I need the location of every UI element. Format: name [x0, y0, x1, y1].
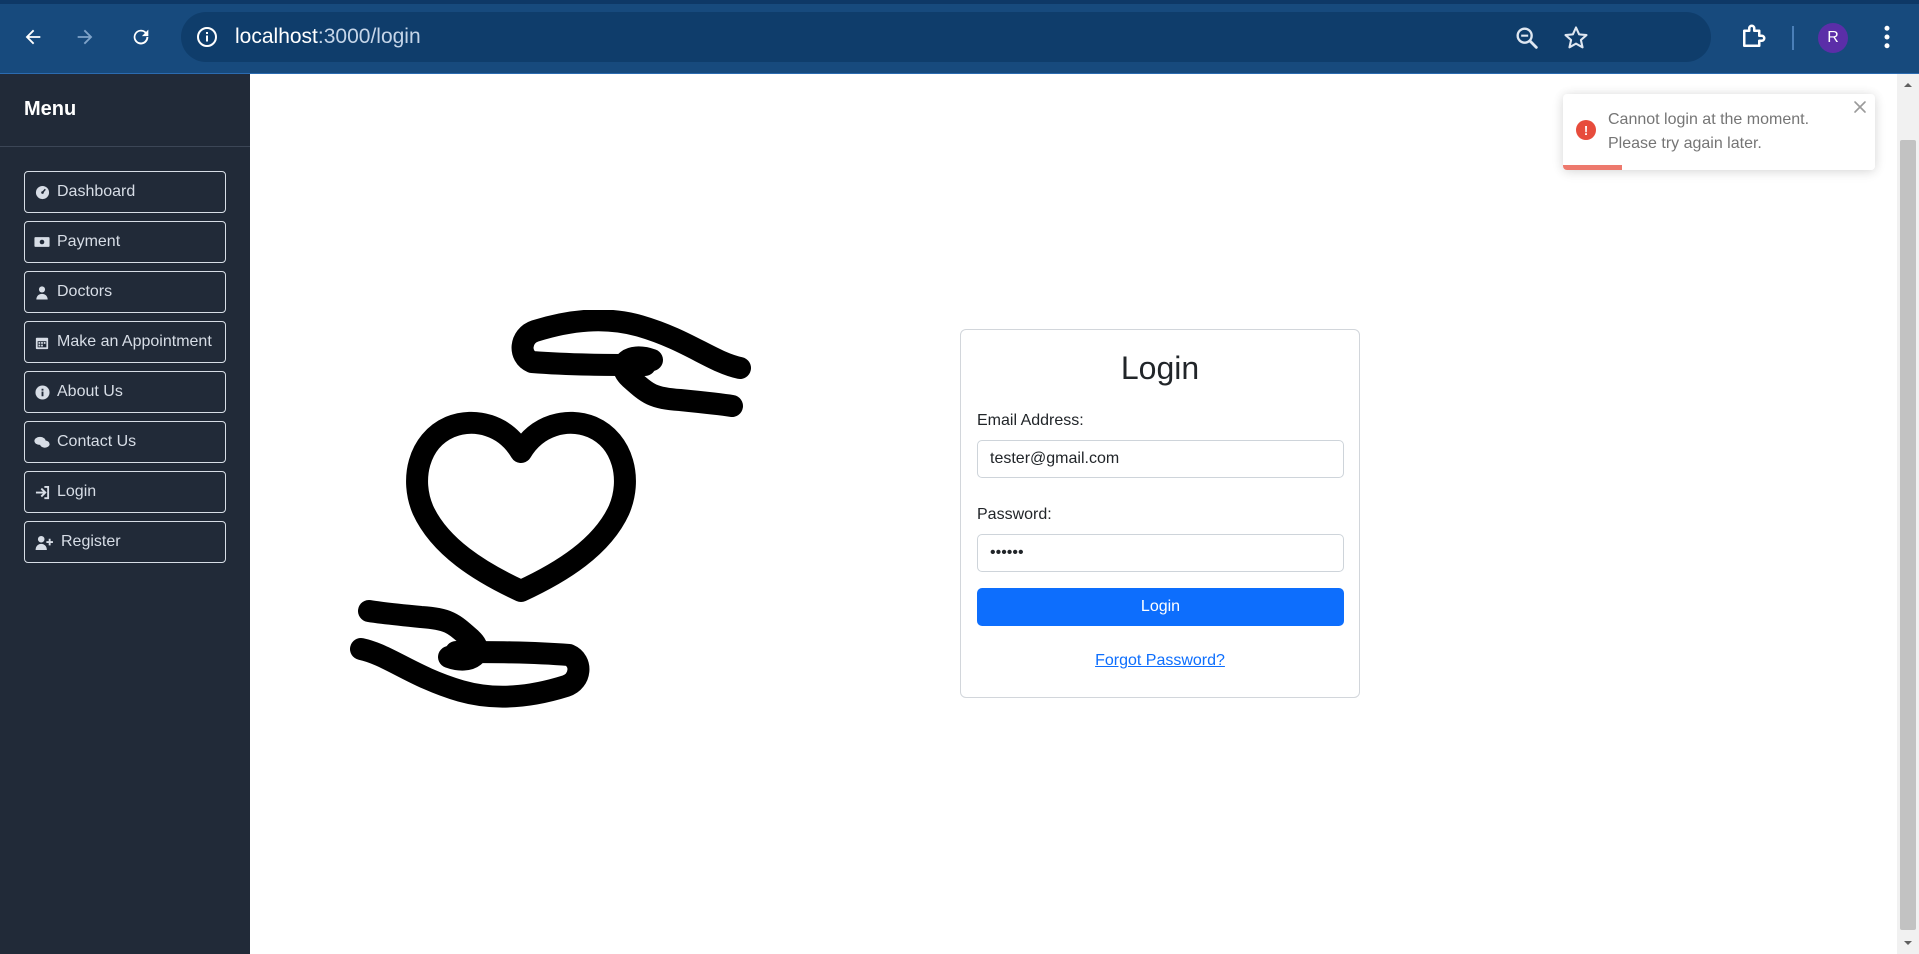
comments-icon: [34, 434, 50, 450]
forward-icon: [77, 29, 93, 45]
sign-in-icon: [34, 484, 50, 500]
toast-progress-bar: [1563, 165, 1623, 170]
sidebar-item-appointment[interactable]: Make an Appointment: [24, 321, 226, 363]
back-button[interactable]: [16, 20, 50, 54]
login-card: Login Email Address: Password: Login For…: [960, 329, 1360, 698]
url-text: localhost:3000/login: [235, 25, 421, 48]
page-scrollbar[interactable]: [1897, 74, 1919, 954]
extensions-icon[interactable]: [1738, 22, 1768, 52]
sidebar-title: Menu: [24, 98, 77, 120]
scroll-up-arrow-icon[interactable]: [1903, 80, 1913, 90]
sidebar-item-contact[interactable]: Contact Us: [24, 421, 226, 463]
kebab-menu-icon[interactable]: [1872, 22, 1902, 52]
reload-icon: [133, 29, 149, 45]
forgot-password-link[interactable]: Forgot Password?: [961, 652, 1359, 670]
sidebar-item-about[interactable]: About Us: [24, 371, 226, 413]
forward-button[interactable]: [68, 20, 102, 54]
hands-heart-illustration: [350, 310, 751, 708]
error-icon: !: [1576, 120, 1596, 140]
sidebar-item-label: About Us: [57, 383, 123, 400]
sidebar-item-label: Register: [61, 533, 121, 550]
password-label: Password:: [977, 506, 1052, 523]
address-bar[interactable]: localhost:3000/login: [181, 12, 1711, 62]
toast-message: Cannot login at the moment. Please try a…: [1608, 111, 1810, 152]
sidebar: Menu Dashboard Payment Doctors Make an A…: [0, 74, 250, 954]
reload-button[interactable]: [124, 20, 158, 54]
email-label: Email Address:: [977, 412, 1084, 429]
error-toast: ! Cannot login at the moment. Please try…: [1563, 94, 1875, 170]
scroll-thumb[interactable]: [1900, 140, 1916, 930]
bookmark-star-icon[interactable]: [1562, 24, 1590, 52]
money-bill-icon: [34, 234, 50, 250]
sidebar-item-label: Dashboard: [57, 183, 136, 200]
user-doctor-icon: [34, 284, 50, 300]
email-field[interactable]: [977, 440, 1344, 478]
calendar-icon: [34, 334, 50, 350]
zoom-icon[interactable]: [1513, 24, 1541, 52]
login-title: Login: [1120, 350, 1200, 386]
sidebar-item-login[interactable]: Login: [24, 471, 226, 513]
user-plus-icon: [34, 534, 54, 550]
sidebar-item-dashboard[interactable]: Dashboard: [24, 171, 226, 213]
profile-avatar[interactable]: R: [1818, 23, 1848, 53]
browser-toolbar: localhost:3000/login R: [0, 0, 1919, 74]
sidebar-item-label: Payment: [57, 233, 121, 250]
site-info-icon[interactable]: [195, 25, 219, 49]
sidebar-item-payment[interactable]: Payment: [24, 221, 226, 263]
sidebar-item-label: Make an Appointment: [57, 333, 212, 350]
login-button[interactable]: Login: [977, 588, 1344, 626]
sidebar-item-label: Login: [57, 483, 97, 500]
back-icon: [25, 29, 41, 45]
password-field[interactable]: [977, 534, 1344, 572]
tab-strip: [0, 0, 1919, 4]
sidebar-item-label: Contact Us: [57, 433, 137, 450]
sidebar-item-doctors[interactable]: Doctors: [24, 271, 226, 313]
toolbar-divider: [1792, 26, 1794, 50]
scroll-down-arrow-icon[interactable]: [1903, 938, 1913, 948]
sidebar-divider: [0, 146, 250, 147]
info-circle-icon: [34, 384, 50, 400]
sidebar-item-label: Doctors: [57, 283, 113, 300]
close-icon[interactable]: [1853, 100, 1867, 114]
dashboard-icon: [34, 184, 50, 200]
sidebar-item-register[interactable]: Register: [24, 521, 226, 563]
